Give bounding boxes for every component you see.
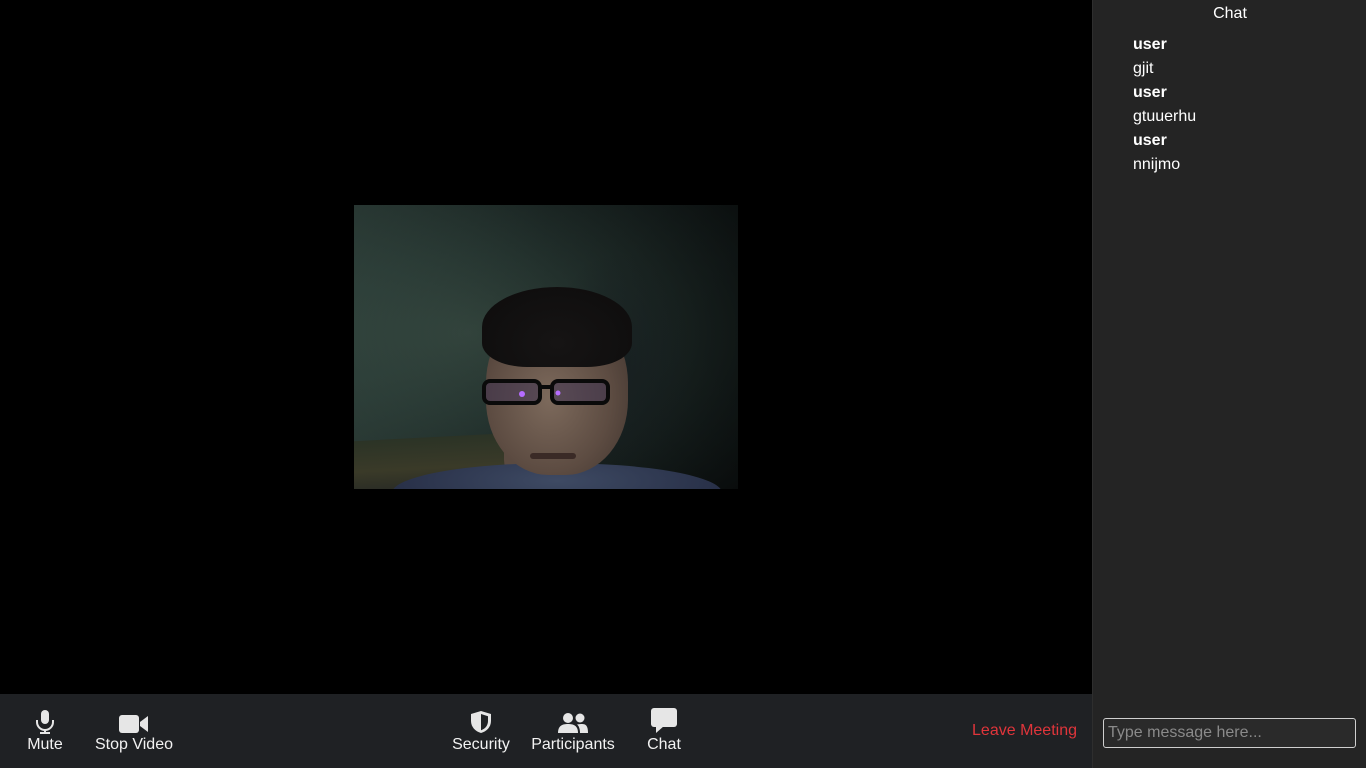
chat-message-text: gjit (1133, 60, 1154, 77)
chat-panel-title: Chat (1213, 5, 1247, 22)
chat-label: Chat (647, 736, 681, 753)
chat-message-list: user gjit user gtuuerhu user nnijmo (1133, 33, 1353, 177)
security-button[interactable]: Security (448, 694, 514, 768)
chat-bubble-icon (651, 708, 677, 734)
participants-icon (557, 708, 589, 734)
mute-label: Mute (27, 736, 63, 753)
security-label: Security (452, 736, 510, 753)
chat-panel: Chat user gjit user gtuuerhu user nnijmo (1092, 0, 1366, 768)
chat-button[interactable]: Chat (642, 694, 686, 768)
meeting-toolbar: Mute Stop Video Security Participants Ch… (0, 694, 1092, 768)
video-stage (0, 0, 1092, 694)
chat-message-sender: user (1133, 36, 1167, 53)
chat-message: user gjit (1133, 33, 1353, 81)
meeting-app: Mute Stop Video Security Participants Ch… (0, 0, 1366, 768)
mute-button[interactable]: Mute (20, 694, 70, 768)
participant-video-tile[interactable] (354, 205, 738, 489)
stop-video-button[interactable]: Stop Video (92, 694, 176, 768)
participants-button[interactable]: Participants (528, 694, 618, 768)
participants-label: Participants (531, 736, 615, 753)
chat-message-text: gtuuerhu (1133, 108, 1197, 125)
chat-message: user gtuuerhu (1133, 81, 1353, 129)
chat-message-text: nnijmo (1133, 156, 1181, 173)
microphone-icon (35, 708, 55, 734)
video-camera-icon (119, 708, 149, 734)
leave-meeting-button[interactable]: Leave Meeting (972, 694, 1077, 768)
chat-message-sender: user (1133, 132, 1167, 149)
chat-message-input[interactable] (1103, 718, 1356, 748)
chat-message: user nnijmo (1133, 129, 1353, 177)
shield-icon (469, 708, 493, 734)
stop-video-label: Stop Video (95, 736, 173, 753)
chat-message-sender: user (1133, 84, 1167, 101)
